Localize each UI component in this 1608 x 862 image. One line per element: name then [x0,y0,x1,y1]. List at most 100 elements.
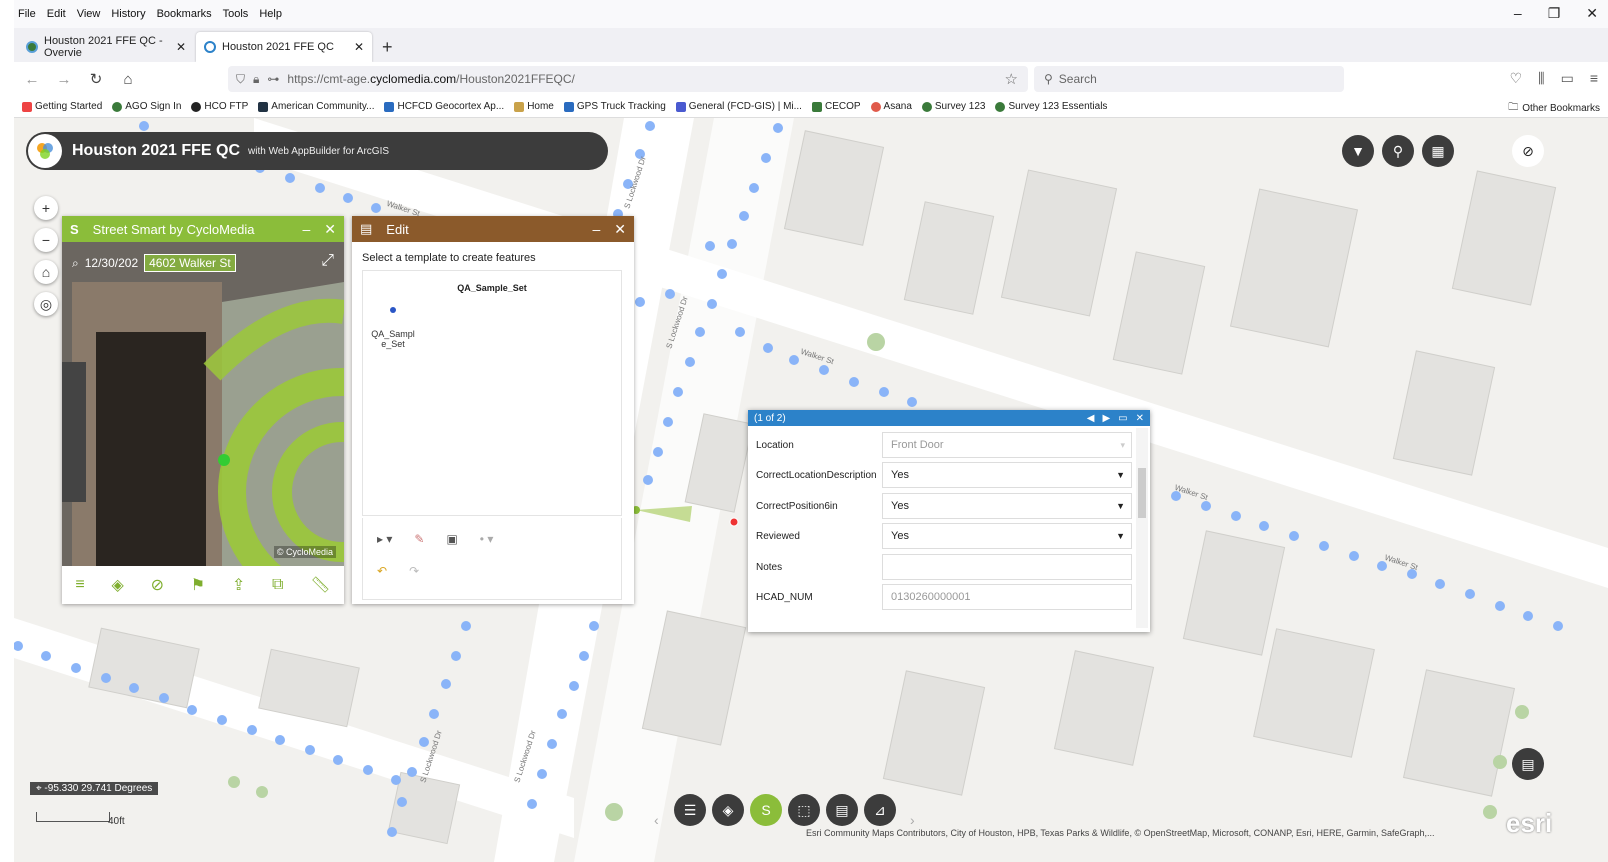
draw-tool-icon[interactable]: • ▾ [480,532,494,546]
popup-scrollbar[interactable] [1136,428,1148,628]
locate-icon[interactable]: ◎ [34,292,58,316]
menu-bookmarks[interactable]: Bookmarks [157,8,212,20]
zoom-in-button[interactable]: + [34,196,58,220]
crosshair-icon[interactable]: ⌖ [36,783,42,794]
popup-row-hcad: HCAD_NUM 0130260000001 [756,584,1132,610]
star-icon[interactable]: ☆ [1005,70,1018,88]
bookmark-item[interactable]: Survey 123 [921,101,985,112]
search-input[interactable]: ⚲ Search [1034,66,1344,92]
tab-ffe-qc[interactable]: Houston 2021 FFE QC ✕ [196,32,372,62]
notes-input[interactable] [882,554,1132,580]
home-icon[interactable]: ⌂ [114,71,142,88]
bookmark-item[interactable]: American Community... [258,101,374,112]
tab-overview[interactable]: Houston 2021 FFE QC - Overvie ✕ [18,32,194,62]
menu-history[interactable]: History [111,8,145,20]
report-icon[interactable]: ⚑ [191,575,205,595]
tab-bar: Houston 2021 FFE QC - Overvie ✕ Houston … [14,28,1608,62]
menu-icon[interactable]: ≡ [75,576,84,594]
widgets-icon[interactable]: ▦ [1422,135,1454,167]
dock-prev-icon[interactable]: ‹ [654,812,659,828]
new-tab-button[interactable]: + [382,32,393,62]
bookmark-item[interactable]: AGO Sign In [112,101,181,112]
hcad-num-field: 0130260000001 [882,584,1132,610]
search-icon[interactable]: ⚲ [1382,135,1414,167]
upload-icon[interactable]: ⇪ [232,575,245,595]
bookmark-item[interactable]: HCFCD Geocortex Ap... [384,101,504,112]
sidebar-icon[interactable]: ▭ [1561,70,1574,87]
zoom-out-button[interactable]: − [34,228,58,252]
close-window-button[interactable]: ✕ [1586,5,1598,22]
scale-bar [36,812,110,822]
field-label: CorrectPosition6in [756,500,838,512]
close-tab-icon[interactable]: ✕ [354,40,364,54]
redo-icon[interactable]: ↷ [409,564,419,578]
pocket-icon[interactable]: ♡ [1510,70,1523,87]
attributes-icon[interactable]: ▣ [446,532,457,546]
fullscreen-icon[interactable]: ⤢ [321,252,334,270]
menu-view[interactable]: View [77,8,101,20]
layers-icon[interactable]: ◈ [111,575,123,595]
layers-icon[interactable]: ◈ [712,794,744,826]
bookmark-item[interactable]: Asana [870,101,912,112]
app-menu-icon[interactable]: ≡ [1590,70,1598,87]
eraser-icon[interactable]: ✎ [414,532,424,546]
dock-next-icon[interactable]: › [910,812,915,828]
add-view-icon[interactable]: ⧉ [272,576,283,594]
close-icon[interactable]: ✕ [324,221,336,238]
bookmark-item[interactable]: CECOP [811,101,861,112]
legend-icon[interactable]: ☰ [674,794,706,826]
other-bookmarks[interactable]: 🗀 Other Bookmarks [1508,100,1600,117]
tab-title: Houston 2021 FFE QC [222,41,334,53]
street-smart-panel: S Street Smart by CycloMedia – ✕ ⌕ 12/30… [62,216,344,604]
menu-file[interactable]: File [18,8,36,20]
minimize-icon[interactable]: – [302,221,310,238]
correct-position-select[interactable]: Yes ▼ [882,493,1132,519]
panorama-viewer[interactable]: ⌕ 12/30/202 4602 Walker St ⤢ © CycloMedi… [62,242,344,566]
close-icon[interactable]: ✕ [1136,413,1144,424]
chevron-down-icon: ▼ [1116,501,1125,511]
measure-icon[interactable]: ⊿ [864,794,896,826]
popup-row-reviewed: Reviewed Yes ▼ [756,523,1132,549]
time-search-icon[interactable]: ⌕ [72,256,79,271]
menu-help[interactable]: Help [259,8,282,20]
restore-button[interactable]: ❐ [1548,5,1561,22]
template-item-label: QA_Sampl e_Set [371,329,415,349]
library-icon[interactable]: ⫼ [1538,70,1544,87]
street-smart-icon[interactable]: S [750,794,782,826]
visibility-off-icon[interactable]: ⊘ [1512,135,1544,167]
maximize-icon[interactable]: ▭ [1118,413,1127,424]
template-item[interactable]: QA_Sampl e_Set [371,307,415,349]
reload-icon[interactable]: ↻ [82,70,110,88]
bookmark-item[interactable]: GPS Truck Tracking [563,101,666,112]
select-icon[interactable]: ⬚ [788,794,820,826]
map-view[interactable]: Walker St Walker St Walker St Walker St … [14,118,1608,862]
reviewed-select[interactable]: Yes ▼ [882,523,1132,549]
measure-icon[interactable]: 📏︎ [310,575,330,595]
minimize-icon[interactable]: – [592,221,600,238]
attribute-table-icon[interactable]: ▤ [1512,748,1544,780]
popup-row-location: Location Front Door ▾ [756,432,1132,458]
select-tool-icon[interactable]: ▸ ▾ [377,532,392,546]
close-tab-icon[interactable]: ✕ [176,40,186,54]
previous-icon[interactable]: ◀ [1087,413,1095,424]
field-label: Location [756,439,794,451]
home-extent-icon[interactable]: ⌂ [34,260,58,284]
bookmark-item[interactable]: General (FCD-GIS) | Mi... [675,101,802,112]
close-icon[interactable]: ✕ [614,221,626,238]
next-icon[interactable]: ▶ [1102,413,1110,424]
bookmark-item[interactable]: Getting Started [22,101,102,112]
bookmark-item[interactable]: Survey 123 Essentials [995,101,1107,112]
forward-icon[interactable]: → [50,71,78,88]
bookmark-item[interactable]: Home [514,101,554,112]
correct-location-select[interactable]: Yes ▼ [882,462,1132,488]
menu-tools[interactable]: Tools [223,8,249,20]
address-bar[interactable]: ⛉ 🔒︎ ⊶ https://cmt-age.cyclomedia.com/Ho… [228,66,1028,92]
back-icon[interactable]: ← [18,71,46,88]
hide-overlays-icon[interactable]: ⊘ [151,575,164,595]
menu-edit[interactable]: Edit [47,8,66,20]
undo-icon[interactable]: ↶ [377,564,387,578]
bookmark-item[interactable]: HCO FTP [191,101,248,112]
edit-icon[interactable]: ▤ [826,794,858,826]
filter-icon[interactable]: ▼ [1342,135,1374,167]
minimize-button[interactable]: – [1514,5,1522,22]
